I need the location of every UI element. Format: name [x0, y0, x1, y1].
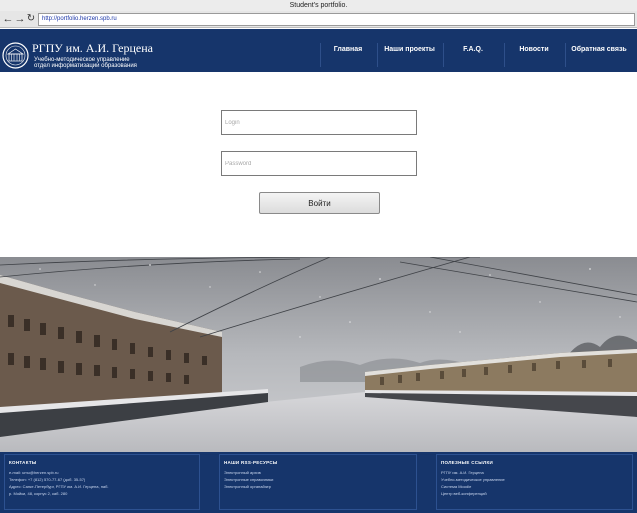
nav-item-home[interactable]: Главная — [320, 41, 376, 71]
footer-links: ПОЛЕЗНЫЕ ССЫЛКИ РГПУ им. А.И. Герцена Уч… — [436, 454, 633, 510]
brand-title[interactable]: РГПУ им. А.И. Герцена — [32, 41, 153, 56]
footer-contacts: КОНТАКТЫ e-mail: umu@herzen.spb.ru Телеф… — [4, 454, 200, 510]
footer-contacts-line: р. Мойки, 48, корпус 2, каб. 280 — [9, 491, 68, 496]
footer-resource-link[interactable]: Электронный органайзер — [224, 483, 412, 490]
login-form: Войти — [0, 72, 637, 257]
footer-useful-link[interactable]: Система Moodle — [441, 483, 628, 490]
footer-contacts-line: Адрес: Санкт-Петербург, РГПУ им. А.И. Ге… — [9, 484, 109, 489]
nav-item-faq[interactable]: F.A.Q. — [443, 41, 503, 71]
login-field[interactable] — [221, 110, 417, 135]
footer-resource-link[interactable]: Электронный архив — [224, 469, 412, 476]
site-header: РГПУ им. А.И. Герцена Учебно-методическо… — [0, 29, 637, 72]
footer-resource-link[interactable]: Электронные справочники — [224, 476, 412, 483]
footer-contacts-line[interactable]: e-mail: umu@herzen.spb.ru — [9, 469, 195, 476]
footer-contacts-line: Телефон: +7 (812) 570-77-67 (доб. 35-57) — [9, 477, 86, 482]
university-emblem-icon[interactable] — [2, 42, 29, 69]
footer-useful-link[interactable]: Центр веб-конференций — [441, 490, 628, 497]
footer-useful-link[interactable]: Учебно-методическое управление — [441, 476, 628, 483]
footer-useful-link[interactable]: РГПУ им. А.И. Герцена — [441, 469, 628, 476]
hero-photo — [0, 257, 637, 452]
password-field[interactable] — [221, 151, 417, 176]
site-footer: КОНТАКТЫ e-mail: umu@herzen.spb.ru Телеф… — [0, 452, 637, 513]
browser-toolbar: ← → ↻ http://portfolio.herzen.spb.ru — [0, 11, 637, 28]
login-button[interactable]: Войти — [259, 192, 380, 214]
brand-subtitle-line-2: отдел информатизации образования — [34, 63, 137, 69]
footer-resources-heading: НАШИ RSS-РЕСУРСЫ — [224, 460, 278, 465]
footer-resources: НАШИ RSS-РЕСУРСЫ Электронный архив Элект… — [219, 454, 417, 510]
footer-contacts-heading: КОНТАКТЫ — [9, 460, 37, 465]
nav-item-news[interactable]: Новости — [504, 41, 564, 71]
footer-links-heading: ПОЛЕЗНЫЕ ССЫЛКИ — [441, 460, 494, 465]
reload-icon[interactable]: ↻ — [25, 12, 37, 26]
snowy-canal-image — [0, 257, 637, 452]
back-arrow-icon[interactable]: ← — [2, 12, 14, 26]
nav-item-feedback[interactable]: Обратная связь — [565, 41, 633, 71]
nav-item-projects[interactable]: Наши проекты — [377, 41, 442, 71]
window-title: Student's portfolio. — [0, 0, 637, 11]
address-bar[interactable]: http://portfolio.herzen.spb.ru — [38, 13, 635, 26]
